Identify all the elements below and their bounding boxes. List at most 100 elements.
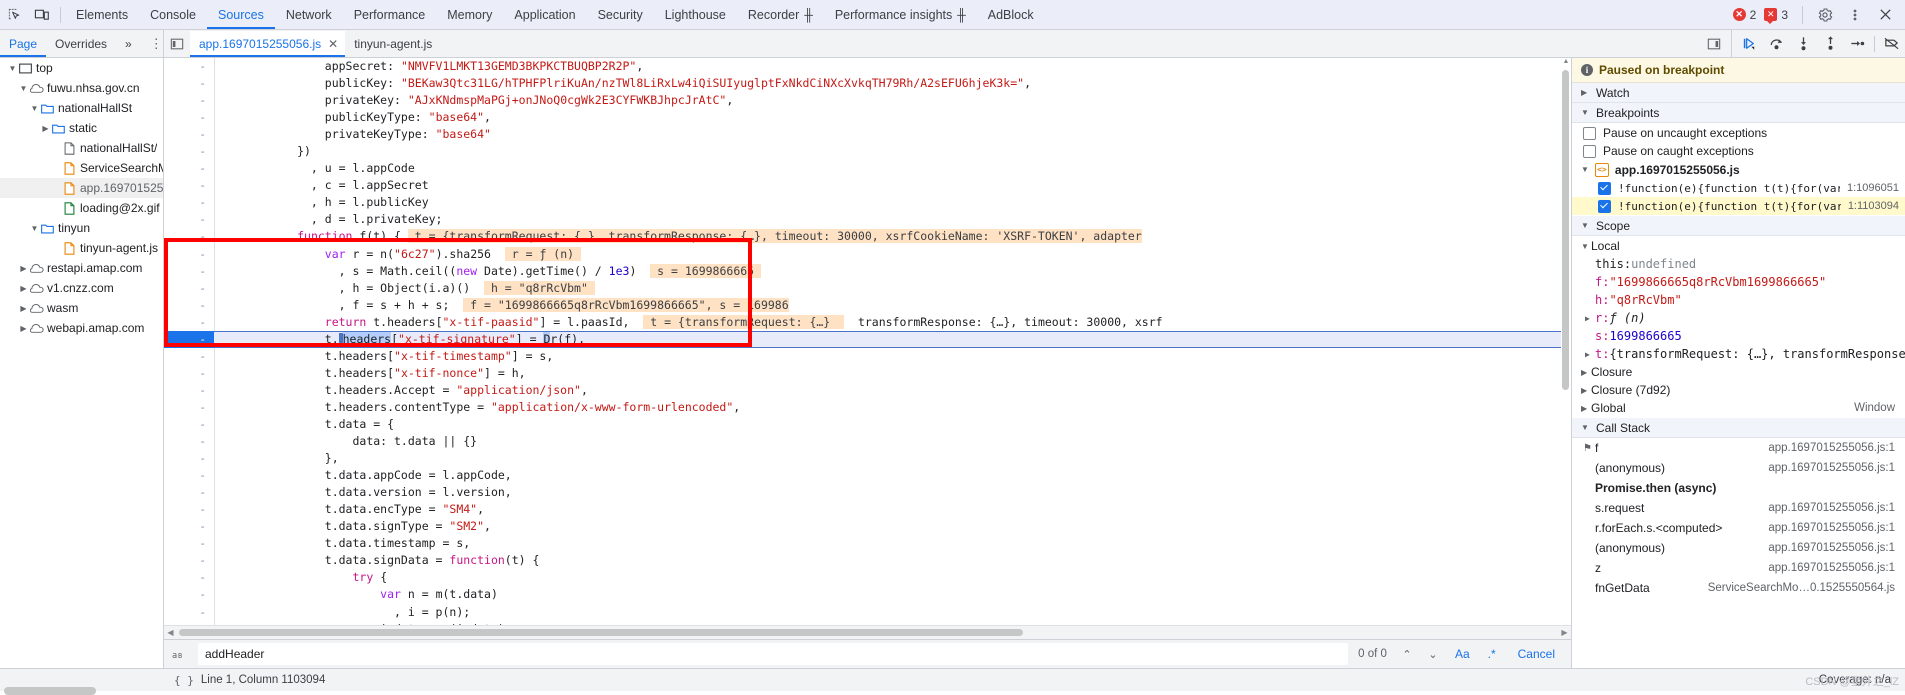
tab-sources[interactable]: Sources	[207, 1, 275, 29]
editor-horizontal-scrollbar[interactable]: ◀ ▶	[164, 625, 1571, 639]
watch-section-header[interactable]: ▶ Watch	[1572, 83, 1905, 103]
checkbox[interactable]	[1583, 126, 1596, 140]
tab-adblock[interactable]: AdBlock	[977, 1, 1045, 29]
line-marker[interactable]: -	[164, 280, 214, 297]
tree-item-static[interactable]: ▶ static	[0, 118, 163, 138]
scope-variable-r[interactable]: ▶ r: ƒ (n)	[1572, 309, 1905, 327]
line-marker[interactable]: -	[164, 450, 214, 467]
line-marker[interactable]: -	[164, 552, 214, 569]
code-scroll-container[interactable]: - appSecret: "NMVFV1LMKT13GEMD3BKPKCTBUQ…	[164, 58, 1571, 625]
call-stack-frame[interactable]: fnGetData ServiceSearchMo…0.1525550564.js	[1572, 578, 1905, 598]
line-marker[interactable]: -	[164, 228, 214, 245]
gear-icon[interactable]	[1811, 2, 1839, 28]
line-marker[interactable]: -	[164, 467, 214, 484]
code-line[interactable]: - publicKey: "BEKaw3Qtc31LG/hTPHFPlriKuA…	[164, 75, 1571, 92]
chevron-right-icon[interactable]: ▶	[1585, 314, 1595, 323]
find-input[interactable]: addHeader	[198, 643, 1349, 665]
line-marker[interactable]: -	[164, 586, 214, 603]
line-marker[interactable]: -	[164, 263, 214, 280]
pause-on-uncaught-exceptions-row[interactable]: Pause on uncaught exceptions	[1572, 124, 1905, 142]
more-tabs-icon[interactable]	[1701, 31, 1727, 57]
tree-item-tinyun[interactable]: ▼ tinyun	[0, 218, 163, 238]
scope-variable-this[interactable]: ▶this: undefined	[1572, 255, 1905, 273]
line-marker[interactable]: -	[164, 75, 214, 92]
scrollbar-left-arrow[interactable]: ◀	[164, 628, 177, 637]
line-marker[interactable]: -	[164, 433, 214, 450]
line-marker[interactable]: -	[164, 484, 214, 501]
tree-item-nationalhallst[interactable]: ▶nationalHallSt/	[0, 138, 163, 158]
tree-item-servicesearchmod[interactable]: ▶ServiceSearchMod	[0, 158, 163, 178]
code-line[interactable]: - privateKeyType: "base64"	[164, 126, 1571, 143]
code-line[interactable]: - privateKey: "AJxKNdmspMaPGj+onJNoQ0cgW…	[164, 92, 1571, 109]
breakpoints-section-header[interactable]: ▼ Breakpoints	[1572, 103, 1905, 123]
call-stack-frame[interactable]: Promise.then (async)	[1572, 478, 1905, 498]
checkbox[interactable]	[1583, 144, 1596, 158]
tab-recorder[interactable]: Recorder ╫	[737, 1, 824, 29]
chevron-right-icon[interactable]: ▶	[18, 304, 29, 313]
scope-closure-7d92-group[interactable]: ▶ Closure (7d92)	[1572, 381, 1905, 399]
code-line[interactable]: - t.headers["x-tif-nonce"] = h,	[164, 365, 1571, 382]
code-line[interactable]: - t.data.version = l.version,	[164, 484, 1571, 501]
navigator-file-tree[interactable]: ▼ top ▼ fuwu.nhsa.gov.cn ▼ nationalHallSt ▶ sta…	[0, 58, 164, 668]
code-line[interactable]: - t.data.signData = function(t) {	[164, 552, 1571, 569]
error-count-badge[interactable]: ✕ 2	[1732, 8, 1756, 22]
scrollbar-thumb[interactable]	[1562, 70, 1569, 390]
code-line[interactable]: - t.headers.Accept = "application/json",	[164, 382, 1571, 399]
scrollbar-thumb[interactable]	[179, 629, 1023, 636]
breakpoint-item[interactable]: !function(e){function t(t){for(var n,i,o…	[1572, 197, 1905, 215]
code-line[interactable]: - t.data.appCode = l.appCode,	[164, 467, 1571, 484]
code-line[interactable]: - , i = p(n);	[164, 604, 1571, 621]
tab-elements[interactable]: Elements	[65, 1, 139, 29]
scrollbar-track[interactable]	[4, 687, 159, 695]
code-line[interactable]: - return t.headers["x-tif-paasid"] = l.p…	[164, 314, 1571, 331]
code-line[interactable]: - t.headers["x-tif-timestamp"] = s,	[164, 348, 1571, 365]
chevron-right-icon[interactable]: ▶	[1585, 350, 1595, 359]
breakpoint-item[interactable]: !function(e){function t(t){for(var n,i,o…	[1572, 179, 1905, 197]
line-marker[interactable]: -	[164, 126, 214, 143]
line-marker[interactable]: -	[164, 177, 214, 194]
tree-item-loading-2x-gif[interactable]: ▶loading@2x.gif	[0, 198, 163, 218]
line-marker[interactable]: -	[164, 330, 214, 348]
subtab-page[interactable]: Page	[0, 31, 46, 57]
tree-item-restapi-amap-com[interactable]: ▶ restapi.amap.com	[0, 258, 163, 278]
scope-variable-f[interactable]: ▶f: "1699866665q8rRcVbm1699866665"	[1572, 273, 1905, 291]
code-line[interactable]: - try {	[164, 569, 1571, 586]
line-marker[interactable]: -	[164, 382, 214, 399]
pretty-print-icon[interactable]: { }	[167, 674, 201, 687]
tab-memory[interactable]: Memory	[436, 1, 503, 29]
step-into-icon[interactable]	[1790, 31, 1817, 57]
subtab-overrides[interactable]: Overrides	[46, 31, 116, 57]
step-out-icon[interactable]	[1817, 31, 1844, 57]
line-marker[interactable]: -	[164, 92, 214, 109]
code-line[interactable]: - data: t.data || {}	[164, 433, 1571, 450]
line-marker[interactable]: -	[164, 297, 214, 314]
tree-item-webapi-amap-com[interactable]: ▶ webapi.amap.com	[0, 318, 163, 338]
line-marker[interactable]: -	[164, 109, 214, 126]
tab-lighthouse[interactable]: Lighthouse	[654, 1, 737, 29]
scrollbar-up-arrow[interactable]: ▲	[1562, 58, 1570, 65]
scope-global-group[interactable]: ▶ Global Window	[1572, 399, 1905, 417]
close-icon[interactable]: ✕	[328, 37, 338, 51]
code-line[interactable]: - var r = n("6c27").sha256 r = ƒ (n)	[164, 246, 1571, 263]
code-line[interactable]: - , s = Math.ceil((new Date).getTime() /…	[164, 263, 1571, 280]
warning-count-badge[interactable]: ✕ 3	[1764, 8, 1788, 24]
inspect-cursor-icon[interactable]	[0, 2, 28, 28]
chevron-right-icon[interactable]: ▶	[18, 324, 29, 333]
line-marker[interactable]: -	[164, 143, 214, 160]
cancel-button[interactable]: Cancel	[1508, 644, 1565, 665]
code-line[interactable]: - , d = l.privateKey;	[164, 211, 1571, 228]
call-stack-frame[interactable]: ⚑ f app.1697015255056.js:1	[1572, 438, 1905, 458]
code-line[interactable]: - t.data.timestamp = s,	[164, 535, 1571, 552]
call-stack-frame[interactable]: (anonymous) app.1697015255056.js:1	[1572, 458, 1905, 478]
tree-item-fuwu-nhsa-gov-cn[interactable]: ▼ fuwu.nhsa.gov.cn	[0, 78, 163, 98]
code-line[interactable]: - t.data = {	[164, 416, 1571, 433]
scrollbar-right-arrow[interactable]: ▶	[1558, 628, 1571, 637]
scrollbar-thumb[interactable]	[4, 687, 96, 695]
code-line[interactable]: - publicKeyType: "base64",	[164, 109, 1571, 126]
code-line[interactable]: - var n = m(t.data)	[164, 586, 1571, 603]
checkbox[interactable]	[1598, 199, 1611, 213]
chevron-right-icon[interactable]: ▶	[40, 124, 51, 133]
line-marker[interactable]: -	[164, 399, 214, 416]
line-marker[interactable]: -	[164, 58, 214, 75]
code-line[interactable]: - appSecret: "NMVFV1LMKT13GEMD3BKPKCTBUQ…	[164, 58, 1571, 75]
